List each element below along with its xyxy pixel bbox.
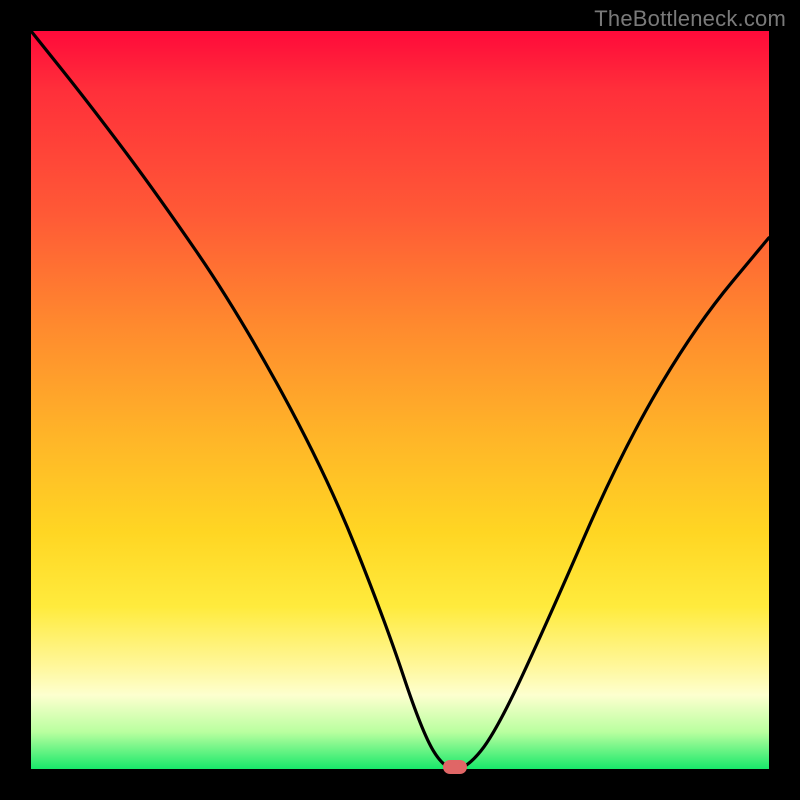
plot-area [31,31,769,769]
bottleneck-curve [31,31,769,769]
chart-frame: TheBottleneck.com [0,0,800,800]
bottleneck-marker [443,760,467,774]
watermark-text: TheBottleneck.com [594,6,786,32]
